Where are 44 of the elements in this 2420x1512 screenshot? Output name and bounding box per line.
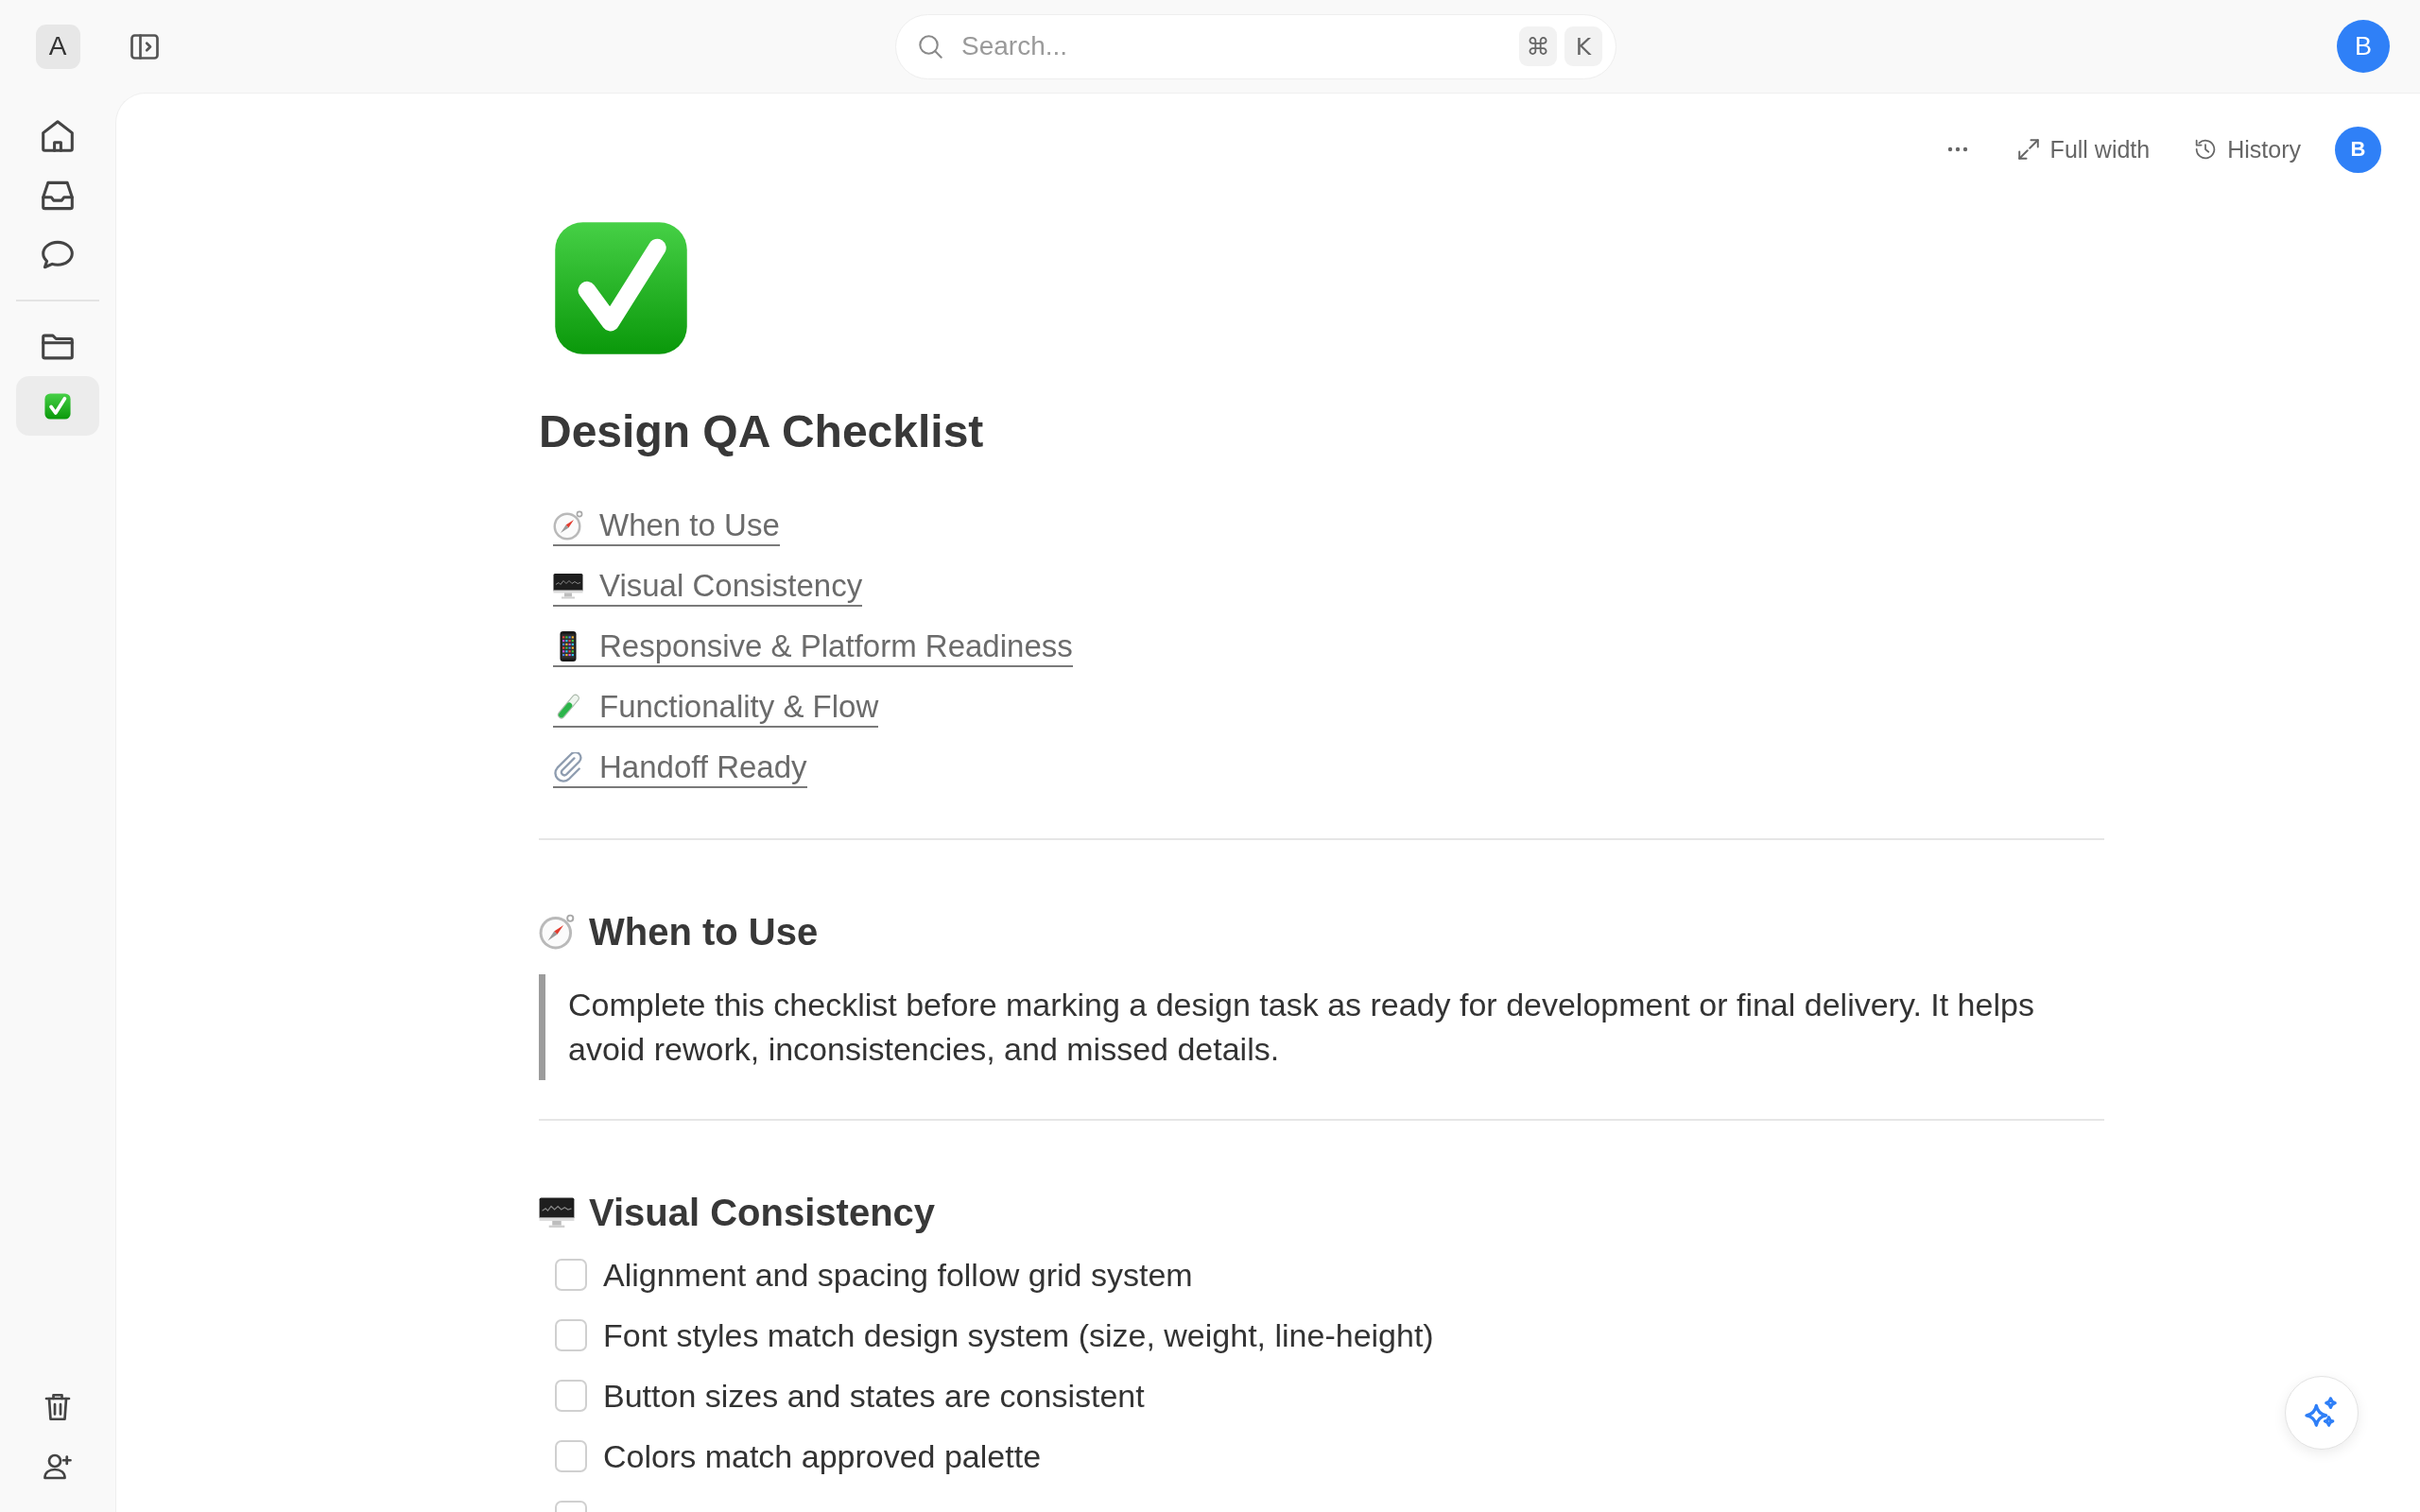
add-user-icon xyxy=(43,1452,72,1481)
shortcut-key: K xyxy=(1564,26,1602,66)
search-input[interactable]: Search... xyxy=(961,27,1512,65)
more-icon[interactable] xyxy=(1946,146,1968,152)
paperclip-icon xyxy=(553,752,583,782)
chat-icon xyxy=(42,238,74,271)
trash-icon xyxy=(43,1392,72,1421)
checkbox[interactable] xyxy=(555,1259,587,1291)
blockquote: Complete this checklist before marking a design task as ready for development or final delivery. It helps avoid rework, inconsistencies, and missed details. xyxy=(539,974,2104,1080)
full-width-button[interactable]: Full width xyxy=(2006,128,2162,171)
section-heading: Visual Consistency xyxy=(589,1191,936,1235)
checklist-item-text: Colors match approved palette xyxy=(603,1437,1042,1475)
check-mark-icon xyxy=(44,392,71,420)
inbox-icon xyxy=(42,179,74,212)
checkbox[interactable] xyxy=(555,1319,587,1351)
sparkles-icon xyxy=(2304,1396,2340,1430)
expand-icon xyxy=(2017,139,2039,160)
page-title: Design QA Checklist xyxy=(539,405,985,458)
sidebar-toggle-icon xyxy=(130,33,159,60)
history-icon xyxy=(2195,139,2217,160)
toc-link[interactable]: When to Use xyxy=(553,508,780,546)
checklist-item-text: Button sizes and states are consistent xyxy=(603,1377,1145,1415)
toc-link[interactable]: Handoff Ready xyxy=(553,750,807,788)
checkbox[interactable] xyxy=(555,1440,587,1472)
sidebar-toggle-button[interactable] xyxy=(130,33,159,60)
compass-icon xyxy=(553,510,583,541)
search-icon xyxy=(919,34,942,59)
checklist-item-text: Alignment and spacing follow grid system xyxy=(603,1256,1193,1294)
shortcut-key: ⌘ xyxy=(1519,26,1557,66)
user-avatar[interactable]: B xyxy=(2335,126,2381,173)
toc-link[interactable]: Visual Consistency xyxy=(553,569,863,607)
home-icon xyxy=(42,119,74,152)
user-avatar[interactable]: B xyxy=(2337,20,2390,73)
history-button[interactable]: History xyxy=(2184,128,2312,171)
checkbox[interactable] xyxy=(555,1380,587,1412)
checklist-item-text: Font styles match design system (size, weight, line-height) xyxy=(603,1316,1434,1354)
section-heading: When to Use xyxy=(589,910,819,954)
workspace-avatar[interactable]: A xyxy=(35,24,80,69)
compass-icon xyxy=(539,914,575,950)
toc-link[interactable]: Responsive & Platform Readiness xyxy=(553,629,1073,667)
desktop-computer-icon xyxy=(553,571,583,601)
search-field[interactable]: Search... ⌘ K xyxy=(895,13,1616,79)
toc-link[interactable]: Functionality & Flow xyxy=(553,690,879,728)
check-mark-icon xyxy=(553,220,689,356)
